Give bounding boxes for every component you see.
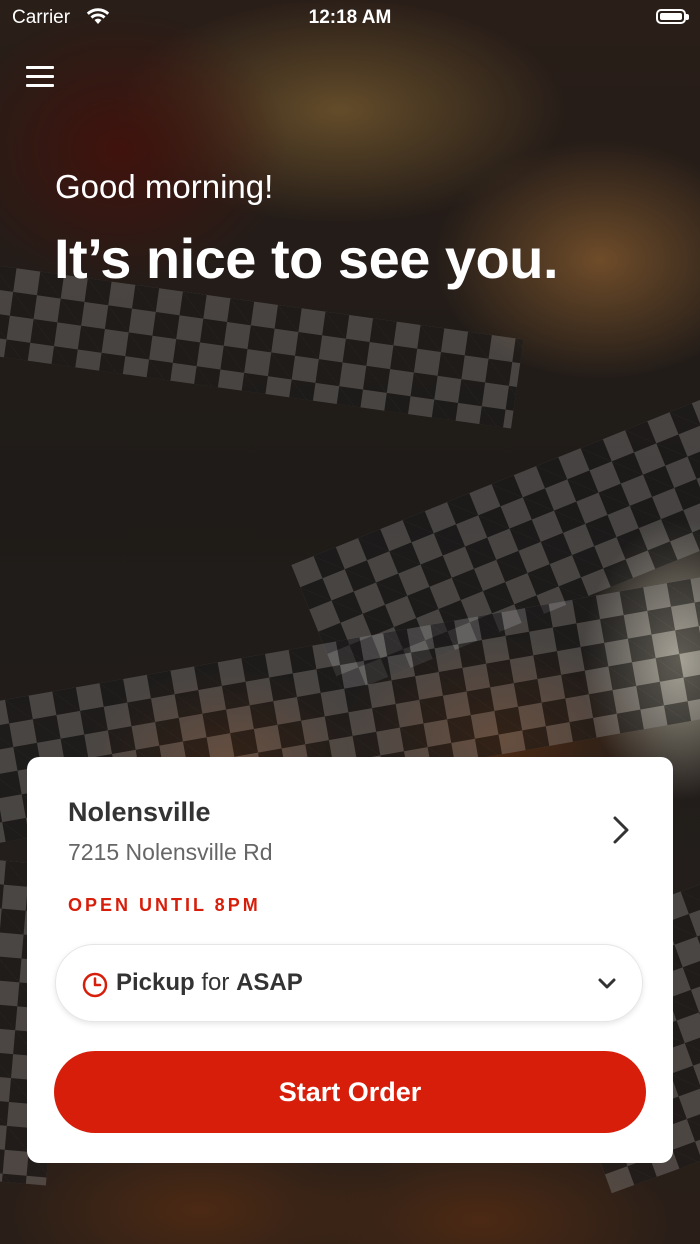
order-time: ASAP (236, 969, 303, 996)
hamburger-menu-icon[interactable] (26, 64, 56, 92)
store-address[interactable]: 7215 Nolensville Rd (68, 839, 273, 866)
start-order-button[interactable]: Start Order (54, 1051, 646, 1133)
hours-status: OPEN UNTIL 8PM (68, 895, 261, 915)
order-mode-selector[interactable]: Pickup for ASAP (55, 944, 643, 1022)
battery-icon (656, 9, 689, 24)
clock-time: 12:18 AM (308, 7, 392, 28)
greeting-text: Good morning! (55, 168, 274, 205)
chevron-right-icon[interactable] (603, 813, 637, 847)
order-mode-text: Pickup for ASAP (116, 969, 303, 997)
page-headline: It’s nice to see you. (54, 227, 559, 290)
chevron-down-icon[interactable] (596, 973, 618, 995)
clock-icon (82, 972, 108, 998)
order-mode-connector: for (201, 969, 230, 996)
store-name[interactable]: Nolensville (68, 797, 211, 828)
status-bar: Carrier 12:18 AM (0, 0, 700, 36)
order-mode: Pickup (116, 969, 195, 996)
location-card: Nolensville 7215 Nolensville Rd OPEN UNT… (27, 757, 673, 1163)
